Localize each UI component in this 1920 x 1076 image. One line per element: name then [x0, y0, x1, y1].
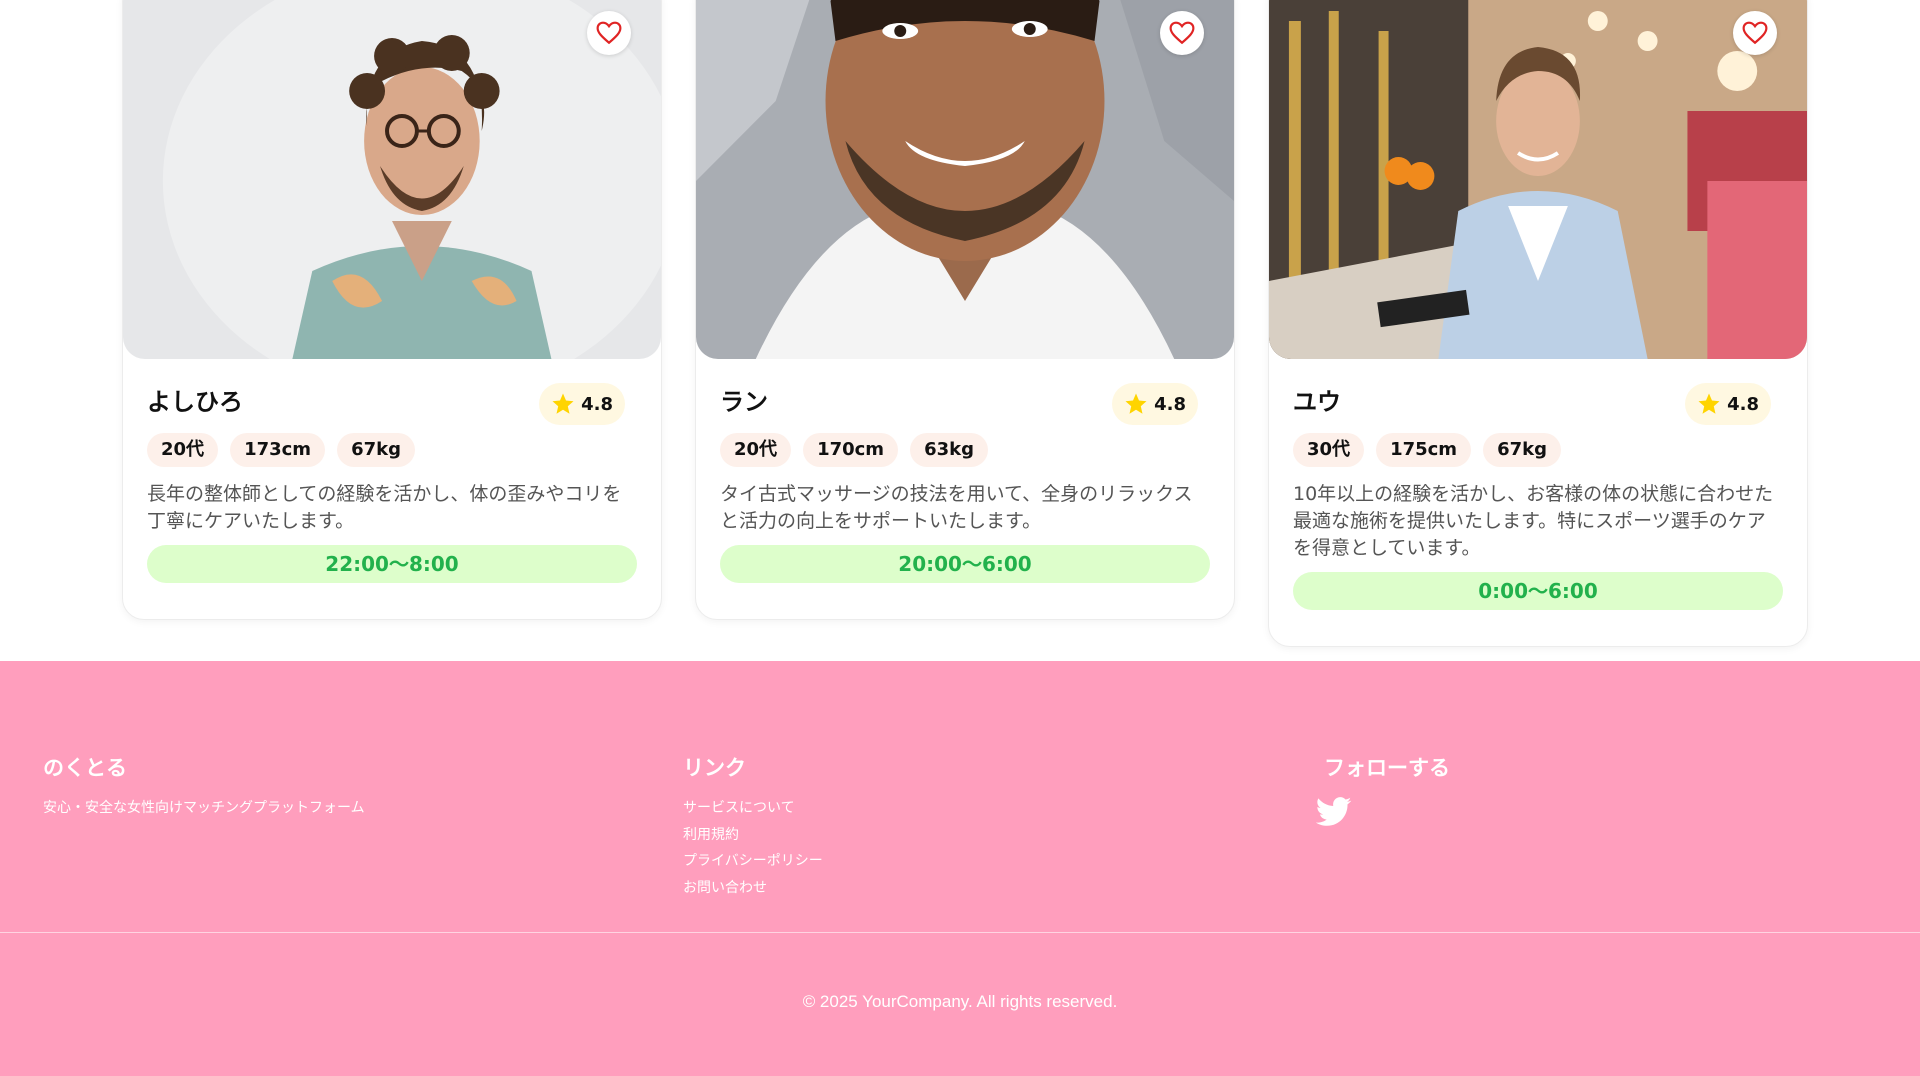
- profile-tags: 20代 170cm 63kg: [720, 433, 1210, 467]
- rating-value: 4.8: [581, 393, 613, 415]
- copyright-text: © 2025 YourCompany. All rights reserved.: [802, 992, 1118, 1011]
- footer-links-title: リンク: [683, 756, 746, 780]
- footer-link-terms[interactable]: 利用規約: [683, 822, 823, 849]
- therapist-photo: [1269, 0, 1807, 359]
- age-tag: 20代: [720, 433, 792, 467]
- rating-value: 4.8: [1727, 393, 1759, 415]
- height-tag: 173cm: [230, 433, 326, 467]
- rating-badge: 4.8: [539, 383, 625, 425]
- portrait-photo-icon: [1269, 0, 1807, 359]
- therapist-card[interactable]: ユウ 4.8 30代 175cm 67kg 10年以上の経験を活かし、お客様の体…: [1268, 0, 1808, 647]
- footer-divider: [0, 932, 1920, 933]
- portrait-photo-icon: [123, 0, 661, 359]
- therapist-description: タイ古式マッサージの技法を用いて、全身のリラックスと活力の向上をサポートいたしま…: [720, 483, 1193, 532]
- footer-follow-column: フォローする: [1324, 753, 1450, 783]
- therapist-card[interactable]: よしひろ 4.8 20代 173cm 67kg 長年の整体師としての経験を活かし…: [122, 0, 662, 620]
- age-tag: 20代: [147, 433, 219, 467]
- rating-badge: 4.8: [1112, 383, 1198, 425]
- height-tag: 175cm: [1376, 433, 1472, 467]
- age-tag: 30代: [1293, 433, 1365, 467]
- weight-tag: 67kg: [1483, 433, 1561, 467]
- footer-follow-title: フォローする: [1324, 756, 1450, 780]
- therapist-photo: [696, 0, 1234, 359]
- star-icon: [552, 393, 574, 414]
- rating-value: 4.8: [1154, 393, 1186, 415]
- therapist-description: 長年の整体師としての経験を活かし、体の歪みやコリを丁寧にケアいたします。: [147, 483, 622, 532]
- therapist-description: 10年以上の経験を活かし、お客様の体の状態に合わせた最適な施術を提供いたします。…: [1293, 483, 1774, 559]
- favorite-button[interactable]: [587, 11, 631, 55]
- heart-icon: [1742, 21, 1768, 45]
- twitter-icon: [1315, 797, 1352, 826]
- height-tag: 170cm: [803, 433, 899, 467]
- footer-tagline: 安心・安全な女性向けマッチングプラットフォーム: [43, 800, 365, 816]
- portrait-photo-icon: [696, 0, 1234, 359]
- twitter-link[interactable]: [1315, 797, 1352, 831]
- footer-link-privacy[interactable]: プライバシーポリシー: [683, 848, 823, 875]
- site-footer: のくとる 安心・安全な女性向けマッチングプラットフォーム リンク サービスについ…: [0, 661, 1920, 1076]
- available-hours: 0:00〜6:00: [1293, 572, 1783, 610]
- heart-icon: [596, 21, 622, 45]
- footer-brand-title: のくとる: [43, 756, 127, 780]
- available-hours: 22:00〜8:00: [147, 545, 637, 583]
- heart-icon: [1169, 21, 1195, 45]
- footer-link-contact[interactable]: お問い合わせ: [683, 875, 823, 902]
- profile-tags: 30代 175cm 67kg: [1293, 433, 1783, 467]
- star-icon: [1698, 393, 1720, 414]
- footer-links-column: リンク サービスについて 利用規約 プライバシーポリシー お問い合わせ: [683, 753, 823, 901]
- therapist-card-grid: よしひろ 4.8 20代 173cm 67kg 長年の整体師としての経験を活かし…: [0, 0, 1920, 661]
- footer-link-about[interactable]: サービスについて: [683, 795, 823, 822]
- weight-tag: 67kg: [337, 433, 415, 467]
- rating-badge: 4.8: [1685, 383, 1771, 425]
- weight-tag: 63kg: [910, 433, 988, 467]
- profile-tags: 20代 173cm 67kg: [147, 433, 637, 467]
- footer-brand-column: のくとる 安心・安全な女性向けマッチングプラットフォーム: [43, 753, 365, 822]
- available-hours: 20:00〜6:00: [720, 545, 1210, 583]
- therapist-card[interactable]: ラン 4.8 20代 170cm 63kg タイ古式マッサージの技法を用いて、全…: [695, 0, 1235, 620]
- favorite-button[interactable]: [1733, 11, 1777, 55]
- star-icon: [1125, 393, 1147, 414]
- therapist-photo: [123, 0, 661, 359]
- favorite-button[interactable]: [1160, 11, 1204, 55]
